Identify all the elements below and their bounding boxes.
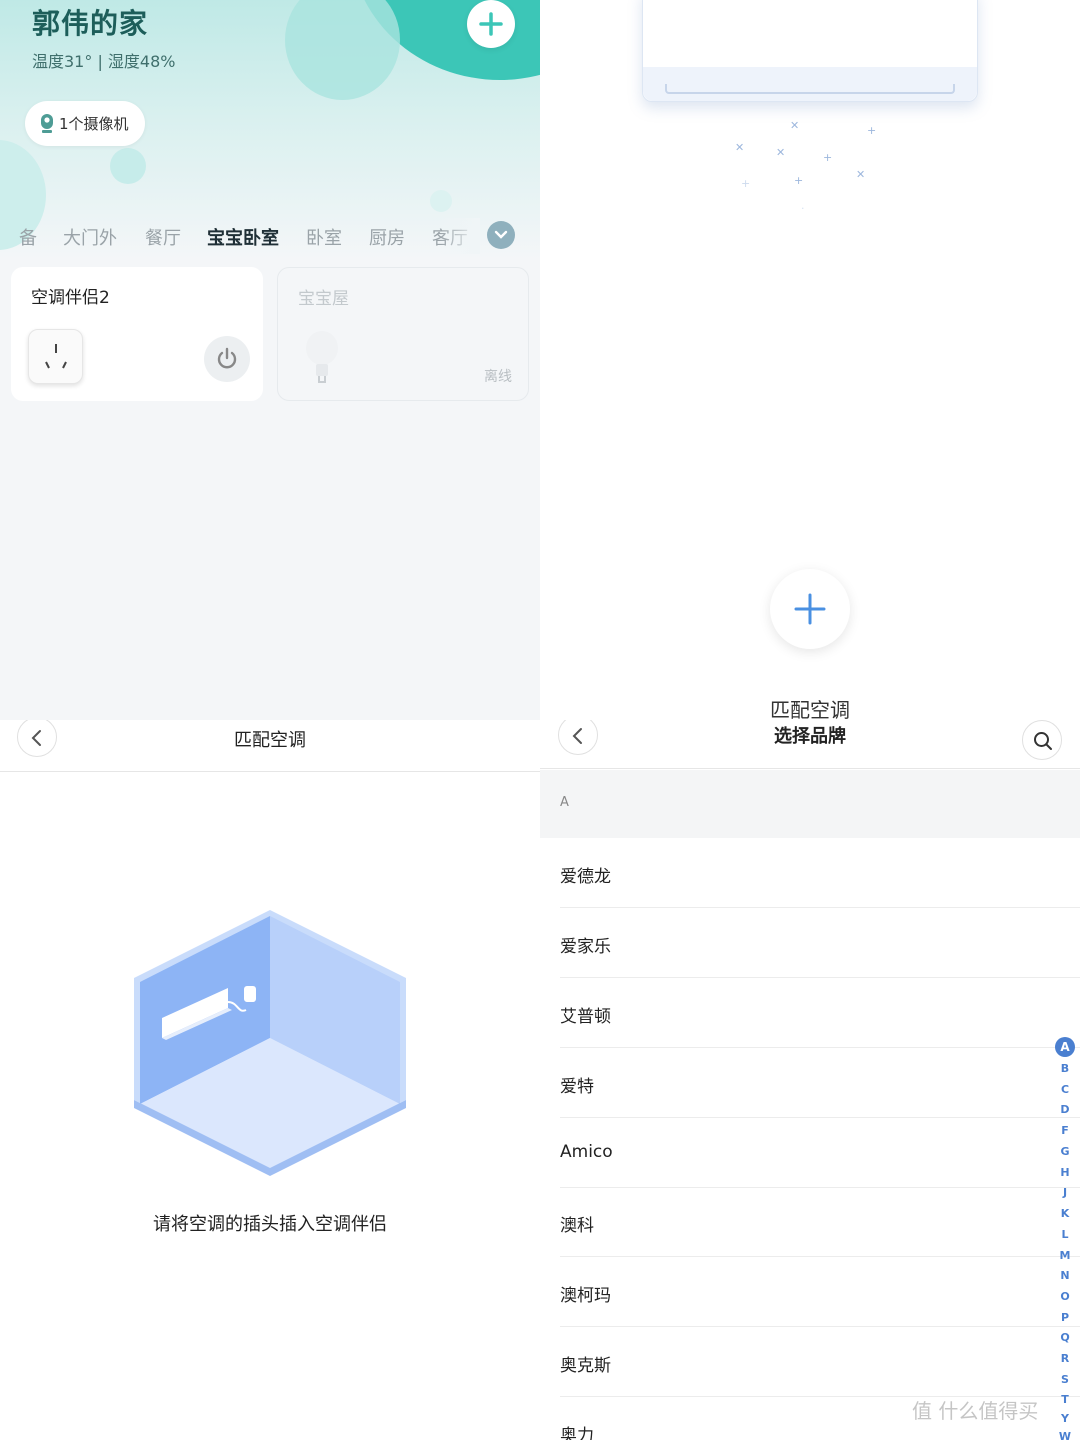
sparkle-icon: ✕: [735, 141, 745, 154]
instruction-text: 请将空调的插头插入空调伴侣: [153, 1214, 387, 1235]
brand-list-item[interactable]: 爱特: [560, 1048, 1080, 1118]
device-name: 宝宝屋: [298, 289, 349, 309]
tab-room[interactable]: 餐厅: [145, 224, 181, 250]
device-name: 空调伴侣2: [31, 288, 110, 308]
device-card-baby-room[interactable]: 宝宝屋 离线: [277, 267, 529, 401]
ac-vent: [665, 84, 955, 94]
device-card-ac-companion[interactable]: 空调伴侣2: [11, 267, 263, 401]
bulb-icon: [306, 331, 338, 383]
brand-list-item[interactable]: 艾普顿: [560, 978, 1080, 1048]
chevron-down-icon: [494, 230, 508, 239]
brand-name: 奥力: [560, 1426, 594, 1440]
tab-room-active[interactable]: 宝宝卧室: [207, 224, 279, 250]
index-letter[interactable]: P: [1054, 1312, 1076, 1323]
watermark-text: 值 什么值得买: [912, 1399, 1039, 1423]
camera-count-label: 1个摄像机: [59, 115, 129, 133]
index-letter[interactable]: Q: [1054, 1332, 1076, 1343]
tab-fade: [440, 218, 480, 254]
tab-room[interactable]: 厨房: [369, 224, 405, 250]
index-letter[interactable]: K: [1054, 1208, 1076, 1219]
index-letter[interactable]: O: [1054, 1291, 1076, 1302]
brand-name: 爱特: [560, 1077, 594, 1097]
sparkle-icon: ✕: [776, 146, 786, 159]
brand-list-item[interactable]: Amico: [560, 1118, 1080, 1188]
decor-bubble: [110, 148, 146, 184]
brand-name: 奥克斯: [560, 1356, 611, 1376]
index-letter[interactable]: F: [1054, 1125, 1076, 1136]
plus-icon: [479, 12, 503, 36]
brand-list-item[interactable]: 澳柯玛: [560, 1257, 1080, 1327]
socket-icon: [28, 329, 83, 384]
expand-tabs-button[interactable]: [487, 221, 515, 249]
search-icon: [1034, 732, 1052, 750]
index-letter[interactable]: G: [1054, 1146, 1076, 1157]
index-letter[interactable]: H: [1054, 1167, 1076, 1178]
section-header: A: [540, 770, 1080, 838]
sparkle-icon: +: [794, 174, 804, 187]
divider: [0, 771, 540, 772]
page-title: 选择品牌: [774, 726, 846, 747]
index-letter[interactable]: Y: [1054, 1413, 1076, 1424]
sparkle-icon: +: [823, 151, 833, 164]
sparkle-icon: +: [741, 177, 751, 190]
brand-list-item[interactable]: 爱德龙: [560, 838, 1080, 908]
index-letter[interactable]: D: [1054, 1104, 1076, 1115]
sparkle-icon: ✕: [856, 168, 866, 181]
index-letter[interactable]: T: [1054, 1394, 1076, 1405]
page-title: 匹配空调: [770, 698, 850, 720]
brand-select-panel: 选择品牌 A 爱德龙 爱家乐 艾普顿 爱特 Amico 澳科 澳柯玛 奥克斯 奥…: [540, 720, 1080, 1440]
match-ac-panel: 匹配空调 请将空调的插头插入空调伴侣: [0, 720, 540, 1440]
room-illustration: [134, 910, 406, 1176]
brand-list-item[interactable]: 澳科: [560, 1187, 1080, 1257]
index-letter[interactable]: M: [1054, 1250, 1076, 1261]
index-letter[interactable]: J: [1054, 1187, 1076, 1198]
ac-illustration-panel: ✕ + ✕ ✕ + ✕ + + · 匹配空调: [540, 0, 1080, 720]
home-title: 郭伟的家: [32, 7, 149, 40]
index-letter[interactable]: B: [1054, 1063, 1076, 1074]
index-letter-active[interactable]: A: [1055, 1037, 1075, 1057]
brand-name: 爱家乐: [560, 937, 611, 957]
tab-room[interactable]: 备: [19, 224, 37, 250]
climate-readout: 温度31° | 湿度48%: [32, 52, 176, 71]
camera-count-button[interactable]: 1个摄像机: [25, 101, 145, 146]
camera-icon: [41, 113, 53, 133]
divider: [540, 768, 1080, 769]
decor-bubble: [430, 190, 452, 212]
brand-name: 爱德龙: [560, 867, 611, 887]
search-button[interactable]: [1022, 720, 1062, 760]
sparkle-icon: ·: [801, 202, 805, 215]
index-letter[interactable]: R: [1054, 1353, 1076, 1364]
index-letter[interactable]: L: [1054, 1229, 1076, 1240]
brand-list-item[interactable]: 爱家乐: [560, 908, 1080, 978]
add-device-button[interactable]: [467, 0, 515, 48]
brand-name: Amico: [560, 1142, 613, 1162]
tab-room[interactable]: 大门外: [63, 224, 117, 250]
index-letter[interactable]: C: [1054, 1084, 1076, 1095]
power-icon: [217, 347, 237, 369]
sparkle-icon: +: [867, 124, 877, 137]
plus-icon: [794, 593, 826, 625]
add-ac-button[interactable]: [770, 569, 850, 649]
index-letter[interactable]: S: [1054, 1374, 1076, 1385]
offline-status: 离线: [484, 369, 512, 385]
air-conditioner-illustration: [642, 0, 978, 102]
home-panel: 郭伟的家 温度31° | 湿度48% 1个摄像机 备 大门外 餐厅 宝宝卧室 卧…: [0, 0, 540, 720]
brand-name: 艾普顿: [560, 1007, 611, 1027]
index-letter[interactable]: N: [1054, 1270, 1076, 1281]
tab-room[interactable]: 卧室: [306, 224, 342, 250]
page-title: 匹配空调: [234, 730, 306, 751]
index-letter[interactable]: W: [1054, 1431, 1076, 1440]
sparkle-icon: ✕: [790, 119, 800, 132]
section-letter: A: [560, 795, 569, 810]
brand-name: 澳柯玛: [560, 1286, 611, 1306]
power-toggle[interactable]: [204, 336, 250, 382]
brand-name: 澳科: [560, 1216, 594, 1236]
brand-list-item[interactable]: 奥克斯: [560, 1327, 1080, 1397]
